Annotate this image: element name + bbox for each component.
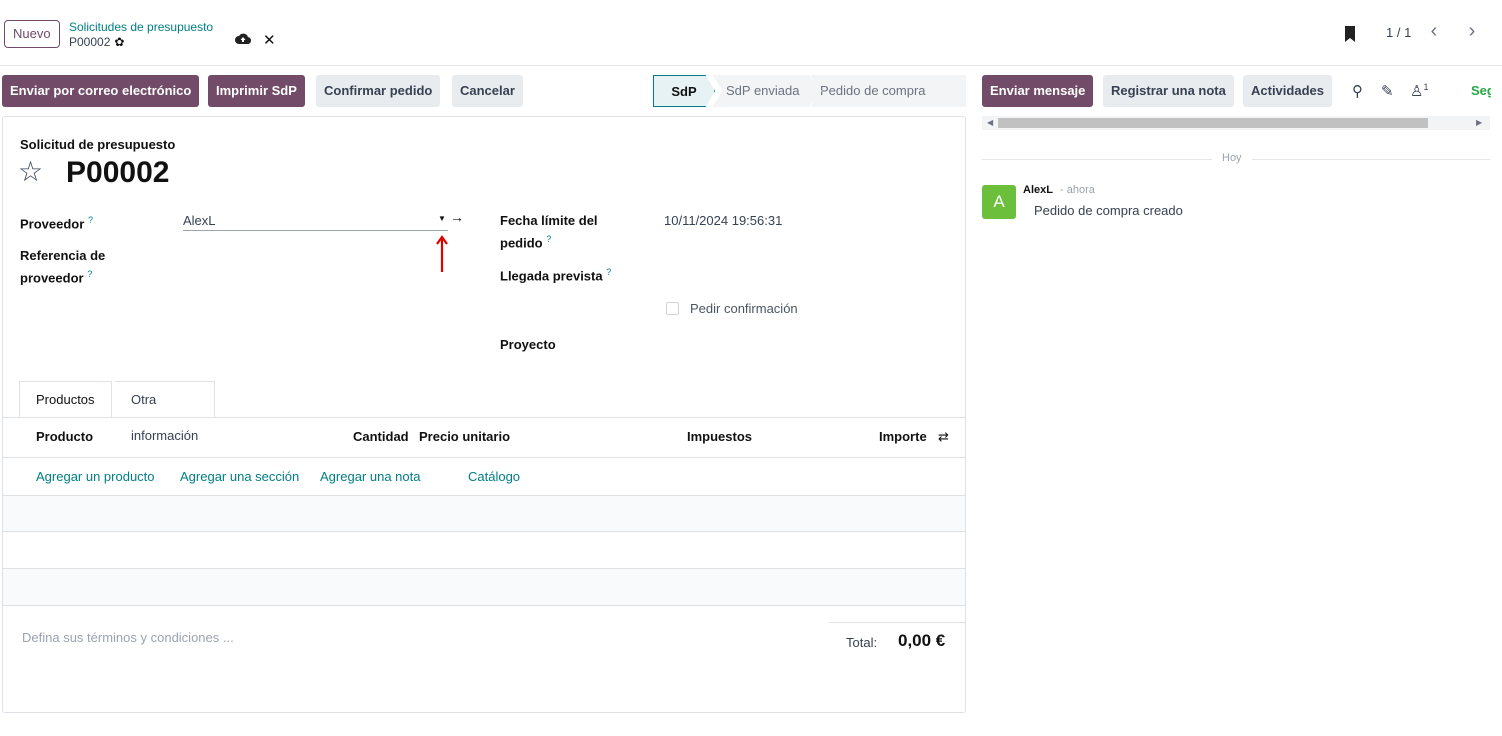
table-row: [3, 495, 965, 532]
catalog-link[interactable]: Catálogo: [468, 469, 520, 484]
col-taxes[interactable]: Impuestos: [687, 429, 752, 444]
deadline-label: Fecha límite del pedido ?: [500, 213, 598, 251]
star-icon[interactable]: ☆: [18, 155, 43, 188]
day-label: Hoy: [1212, 152, 1252, 164]
message-body: Pedido de compra creado: [1034, 203, 1183, 218]
followers-count: 1: [1423, 82, 1429, 92]
breadcrumb-record: P00002 ✿: [69, 35, 124, 49]
control-panel: Nuevo Solicitudes de presupuesto P00002 …: [0, 0, 1502, 66]
record-title: P00002: [66, 156, 170, 189]
status-purchase-order[interactable]: Pedido de compra: [810, 75, 966, 107]
total-label: Total:: [846, 635, 878, 650]
vendor-input-underline: [183, 230, 448, 231]
avatar[interactable]: A: [982, 185, 1016, 219]
tab-other-info[interactable]: Otra información: [115, 381, 216, 443]
send-email-button[interactable]: Enviar por correo electrónico: [2, 75, 200, 107]
discard-icon[interactable]: ✕: [263, 31, 276, 49]
scroll-right-icon[interactable]: ▶: [1476, 116, 1482, 130]
caret-down-icon[interactable]: ▼: [438, 214, 446, 223]
col-product[interactable]: Producto: [36, 429, 93, 444]
message-author[interactable]: AlexL: [1023, 184, 1053, 196]
col-unit-price[interactable]: Precio unitario: [419, 429, 510, 444]
vendor-label: Proveedor ?: [20, 215, 93, 232]
followers-icon[interactable]: ♙1: [1410, 82, 1428, 100]
total-divider: [829, 622, 965, 623]
paperclip-icon[interactable]: ✎: [1381, 82, 1394, 100]
status-rfq-sent[interactable]: SdP enviada: [712, 75, 822, 107]
add-note-link[interactable]: Agregar una nota: [320, 469, 420, 484]
arrow-right-icon[interactable]: →: [450, 209, 464, 225]
table-row: [3, 532, 965, 569]
bookmark-icon[interactable]: [1345, 26, 1355, 42]
form-header-label: Solicitud de presupuesto: [20, 137, 176, 152]
scrollbar-thumb[interactable]: [998, 118, 1428, 128]
status-rfq[interactable]: SdP: [653, 75, 715, 107]
pager-value[interactable]: 1 / 1: [1386, 25, 1411, 40]
help-icon[interactable]: ?: [606, 267, 611, 277]
project-label: Proyecto: [500, 337, 556, 352]
print-rfq-button[interactable]: Imprimir SdP: [208, 75, 305, 107]
terms-input[interactable]: Defina sus términos y condiciones ...: [22, 630, 234, 645]
chevron-left-icon[interactable]: ‹: [1420, 18, 1448, 46]
message-time: - ahora: [1060, 184, 1095, 196]
cloud-upload-icon[interactable]: [235, 33, 251, 44]
expected-arrival-label: Llegada prevista ?: [500, 267, 612, 284]
ask-confirmation-checkbox[interactable]: [666, 302, 679, 315]
record-name: P00002: [69, 35, 111, 49]
scroll-left-icon[interactable]: ◀: [987, 116, 993, 130]
ask-confirmation-label: Pedir confirmación: [690, 301, 798, 316]
chevron-right-icon[interactable]: ›: [1458, 18, 1486, 46]
new-button[interactable]: Nuevo: [4, 20, 60, 48]
help-icon[interactable]: ?: [546, 234, 551, 244]
activities-button[interactable]: Actividades: [1243, 75, 1332, 107]
search-icon[interactable]: ⚲: [1352, 82, 1363, 100]
send-message-button[interactable]: Enviar mensaje: [982, 75, 1094, 107]
breadcrumb-rfq[interactable]: Solicitudes de presupuesto: [69, 20, 213, 34]
col-amount[interactable]: Importe: [879, 429, 927, 444]
vendor-input[interactable]: AlexL: [183, 213, 216, 228]
tabs-divider: [3, 417, 965, 418]
total-value: 0,00 €: [898, 631, 946, 650]
vendor-ref-label: Referencia de proveedor ?: [20, 248, 106, 286]
column-settings-icon[interactable]: ⇄: [938, 429, 949, 445]
help-icon[interactable]: ?: [87, 269, 92, 279]
confirm-order-button[interactable]: Confirmar pedido: [316, 75, 441, 107]
cancel-button[interactable]: Cancelar: [452, 75, 523, 107]
follow-button[interactable]: Seguir: [1471, 83, 1491, 98]
help-icon[interactable]: ?: [88, 215, 93, 225]
gear-icon[interactable]: ✿: [114, 35, 124, 49]
log-note-button[interactable]: Registrar una nota: [1103, 75, 1234, 107]
form-sheet: Solicitud de presupuesto ☆ P00002 Provee…: [2, 116, 966, 713]
deadline-input[interactable]: 10/11/2024 19:56:31: [664, 213, 782, 228]
annotation-up-arrow: [436, 235, 448, 272]
horizontal-scrollbar[interactable]: ◀ ▶: [982, 116, 1490, 130]
col-quantity[interactable]: Cantidad: [353, 429, 409, 444]
tab-products[interactable]: Productos: [19, 381, 112, 418]
table-row: [3, 569, 965, 606]
add-section-link[interactable]: Agregar una sección: [180, 469, 299, 484]
add-product-link[interactable]: Agregar un producto: [36, 469, 155, 484]
table-header-divider: [3, 457, 965, 458]
